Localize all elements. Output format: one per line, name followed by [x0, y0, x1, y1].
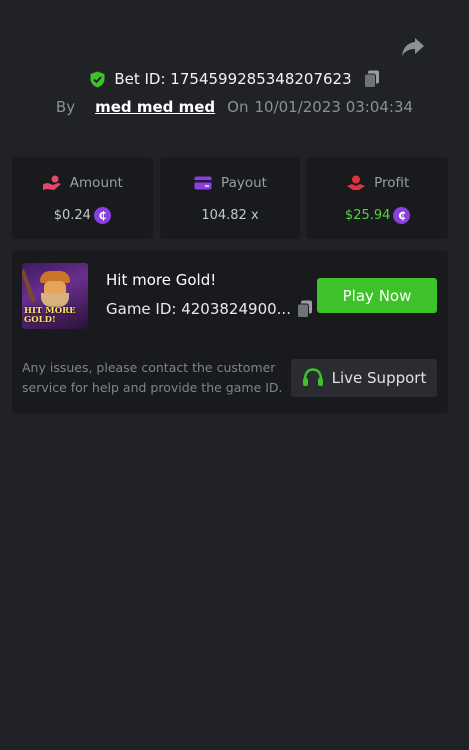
play-now-button[interactable]: Play Now	[317, 278, 437, 313]
copy-icon[interactable]	[296, 300, 313, 318]
payout-label: Payout	[221, 175, 267, 191]
bet-meta-row: By med med med On 10/01/2023 03:04:34	[0, 96, 469, 118]
payout-card: Payout 104.82 x	[159, 157, 301, 239]
bet-details-page: Bet ID: 1754599285348207623 By med med m…	[0, 0, 469, 750]
share-icon[interactable]	[400, 36, 426, 58]
hand-coins-icon	[42, 174, 62, 192]
bet-datetime: 10/01/2023 03:04:34	[254, 98, 414, 116]
live-support-label: Live Support	[331, 369, 427, 387]
amount-card: Amount $0.24 ₵	[12, 157, 153, 239]
game-thumbnail-logo: HIT MORE GOLD!	[24, 306, 76, 325]
bet-id-text: Bet ID: 1754599285348207623	[114, 70, 352, 88]
game-thumbnail[interactable]: HIT MORE GOLD!	[22, 263, 88, 329]
bet-stats: Amount $0.24 ₵ Payout 104.82 x Profit $2…	[12, 157, 449, 239]
profit-value: $25.94	[344, 207, 391, 223]
amount-value: $0.24	[53, 207, 91, 223]
profit-card: Profit $25.94 ₵	[307, 157, 449, 239]
coin-icon: ₵	[93, 206, 111, 224]
copy-icon[interactable]	[363, 70, 380, 88]
profit-label: Profit	[374, 175, 410, 191]
on-label: On	[227, 98, 249, 116]
game-id-row: Game ID: 4203824900...	[106, 300, 313, 318]
payout-value: 104.82 x	[201, 207, 259, 223]
shield-check-icon	[89, 71, 106, 88]
coin-icon: ₵	[393, 206, 411, 224]
bet-id-row: Bet ID: 1754599285348207623	[0, 67, 469, 91]
wallet-card-icon	[193, 174, 213, 192]
username-link[interactable]: med med med	[95, 98, 215, 116]
game-title: Hit more Gold!	[106, 271, 217, 289]
game-card: HIT MORE GOLD! Hit more Gold! Game ID: 4…	[12, 251, 448, 413]
hand-money-icon	[346, 174, 366, 192]
support-help-text: Any issues, please contact the customer …	[22, 360, 283, 395]
headset-icon	[302, 368, 324, 388]
by-label: By	[55, 98, 76, 116]
game-id-text: Game ID: 4203824900...	[106, 300, 291, 318]
live-support-button[interactable]: Live Support	[291, 359, 437, 397]
amount-label: Amount	[69, 175, 123, 191]
